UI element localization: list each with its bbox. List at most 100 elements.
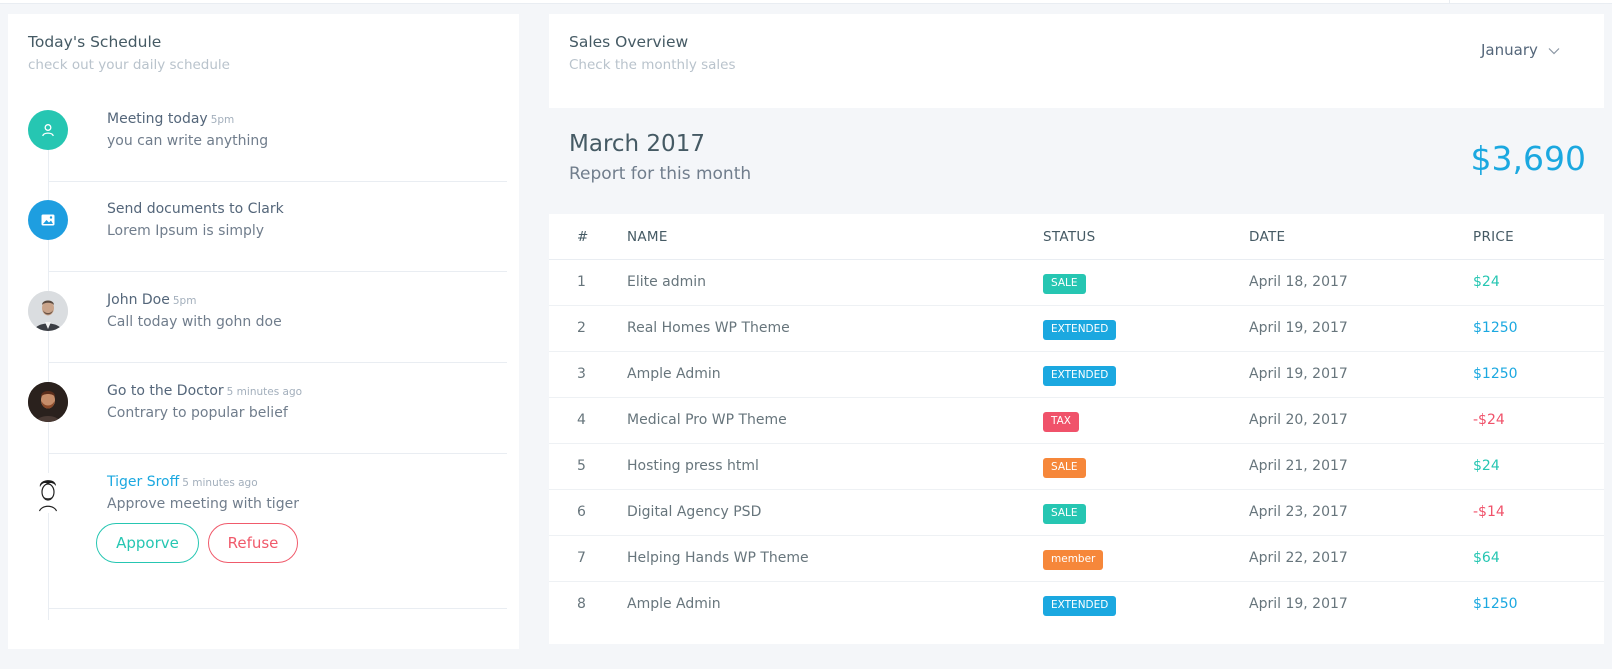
cell-name: Digital Agency PSD	[627, 504, 762, 520]
schedule-item-title: Go to the Doctor 5 minutes ago	[107, 383, 303, 399]
cell-status: member	[1043, 550, 1104, 570]
status-badge: SALE	[1043, 458, 1086, 478]
schedule-title: Today's Schedule	[28, 33, 162, 51]
refuse-button[interactable]: Refuse	[208, 523, 298, 563]
table-row[interactable]: 4 Medical Pro WP Theme TAX April 20, 2017 -$…	[549, 398, 1604, 444]
schedule-item-title: Meeting today 5pm	[107, 111, 235, 127]
schedule-item-title[interactable]: Tiger Sroff 5 minutes ago	[107, 474, 258, 490]
schedule-item[interactable]: Meeting today 5pm you can write anything	[28, 110, 508, 190]
cell-price: $1250	[1473, 366, 1518, 382]
image-icon	[28, 200, 68, 240]
schedule-item-title: Send documents to Clark	[107, 201, 284, 217]
status-badge: TAX	[1043, 412, 1079, 432]
chevron-down-icon	[1548, 41, 1560, 59]
table-row[interactable]: 2 Real Homes WP Theme EXTENDED April 19, 20…	[549, 306, 1604, 352]
cell-date: April 19, 2017	[1249, 596, 1348, 612]
approve-button[interactable]: Apporve	[96, 523, 199, 563]
sales-subtitle: Check the monthly sales	[569, 57, 736, 73]
divider	[49, 181, 507, 182]
cell-price: -$14	[1473, 504, 1505, 520]
cell-num: 1	[577, 274, 586, 290]
cell-date: April 22, 2017	[1249, 550, 1348, 566]
schedule-item-desc: Lorem Ipsum is simply	[107, 223, 265, 239]
sales-overview-card: Sales Overview Check the monthly sales J…	[549, 14, 1604, 108]
schedule-item[interactable]: Send documents to Clark Lorem Ipsum is s…	[28, 200, 508, 280]
status-badge: member	[1043, 550, 1104, 570]
report-summary: March 2017 Report for this month $3,690	[549, 108, 1604, 214]
table-row[interactable]: 5 Hosting press html SALE April 21, 2017 $24	[549, 444, 1604, 490]
divider	[49, 608, 507, 609]
divider	[49, 271, 507, 272]
cell-status: SALE	[1043, 458, 1086, 478]
report-title: March 2017	[569, 131, 705, 157]
table-row[interactable]: 1 Elite admin SALE April 18, 2017 $24	[549, 260, 1604, 306]
col-header-name: NAME	[627, 229, 668, 245]
top-bar-divider	[1449, 0, 1450, 4]
cell-date: April 23, 2017	[1249, 504, 1348, 520]
cell-price: $1250	[1473, 320, 1518, 336]
status-badge: SALE	[1043, 274, 1086, 294]
schedule-item-desc: Call today with gohn doe	[107, 314, 282, 330]
status-badge: SALE	[1043, 504, 1086, 524]
divider	[49, 362, 507, 363]
report-subtitle: Report for this month	[569, 164, 752, 184]
top-bar	[0, 0, 1612, 4]
table-row[interactable]: 8 Ample Admin EXTENDED April 19, 2017 $1250	[549, 582, 1604, 628]
schedule-item-desc: Approve meeting with tiger	[107, 496, 299, 512]
cell-num: 2	[577, 320, 586, 336]
cell-price: -$24	[1473, 412, 1505, 428]
cell-date: April 19, 2017	[1249, 366, 1348, 382]
sales-title: Sales Overview	[569, 33, 689, 51]
status-badge: EXTENDED	[1043, 596, 1117, 616]
cell-name: Ample Admin	[627, 596, 721, 612]
schedule-card: Today's Schedule check out your daily sc…	[8, 14, 519, 649]
report-total: $3,690	[1470, 139, 1586, 178]
cell-status: EXTENDED	[1043, 320, 1117, 340]
divider	[49, 453, 507, 454]
schedule-item[interactable]: Go to the Doctor 5 minutes ago Contrary t…	[28, 382, 508, 462]
schedule-item-time: 5 minutes ago	[182, 477, 258, 489]
cell-price: $24	[1473, 274, 1500, 290]
cell-price: $24	[1473, 458, 1500, 474]
schedule-item-desc: you can write anything	[107, 133, 269, 149]
cell-status: EXTENDED	[1043, 366, 1117, 386]
cell-status: EXTENDED	[1043, 596, 1117, 616]
schedule-item-title: John Doe 5pm	[107, 292, 197, 308]
cell-date: April 19, 2017	[1249, 320, 1348, 336]
schedule-item[interactable]: John Doe 5pm Call today with gohn doe	[28, 291, 508, 371]
cell-num: 8	[577, 596, 586, 612]
cell-name: Ample Admin	[627, 366, 721, 382]
cell-num: 4	[577, 412, 586, 428]
cell-price: $64	[1473, 550, 1500, 566]
cell-num: 6	[577, 504, 586, 520]
cell-status: SALE	[1043, 504, 1086, 524]
cell-name: Hosting press html	[627, 458, 759, 474]
status-badge: EXTENDED	[1043, 320, 1117, 340]
cell-name: Elite admin	[627, 274, 707, 290]
table-row[interactable]: 7 Helping Hands WP Theme member April 22, 2…	[549, 536, 1604, 582]
table-row[interactable]: 6 Digital Agency PSD SALE April 23, 2017 -$1…	[549, 490, 1604, 536]
cell-date: April 18, 2017	[1249, 274, 1348, 290]
col-header-status: STATUS	[1043, 229, 1096, 245]
cell-name: Medical Pro WP Theme	[627, 412, 787, 428]
schedule-item-time: 5pm	[210, 114, 235, 126]
cell-name: Helping Hands WP Theme	[627, 550, 809, 566]
col-header-num: #	[577, 229, 589, 245]
sales-table: # NAME STATUS DATE PRICE 1 Elite admin SAL…	[549, 214, 1604, 644]
avatar-doctor	[28, 382, 68, 422]
schedule-item-desc: Contrary to popular belief	[107, 405, 288, 421]
avatar-john	[28, 291, 68, 331]
table-row[interactable]: 3 Ample Admin EXTENDED April 19, 2017 $1250	[549, 352, 1604, 398]
schedule-subtitle: check out your daily schedule	[28, 57, 230, 73]
cell-num: 7	[577, 550, 586, 566]
cell-status: TAX	[1043, 412, 1079, 432]
cell-status: SALE	[1043, 274, 1086, 294]
cell-num: 5	[577, 458, 586, 474]
col-header-date: DATE	[1249, 229, 1286, 245]
cell-name: Real Homes WP Theme	[627, 320, 790, 336]
month-select[interactable]: January	[1481, 41, 1560, 59]
cell-price: $1250	[1473, 596, 1518, 612]
col-header-price: PRICE	[1473, 229, 1514, 245]
cell-date: April 21, 2017	[1249, 458, 1348, 474]
month-select-value: January	[1481, 41, 1538, 59]
